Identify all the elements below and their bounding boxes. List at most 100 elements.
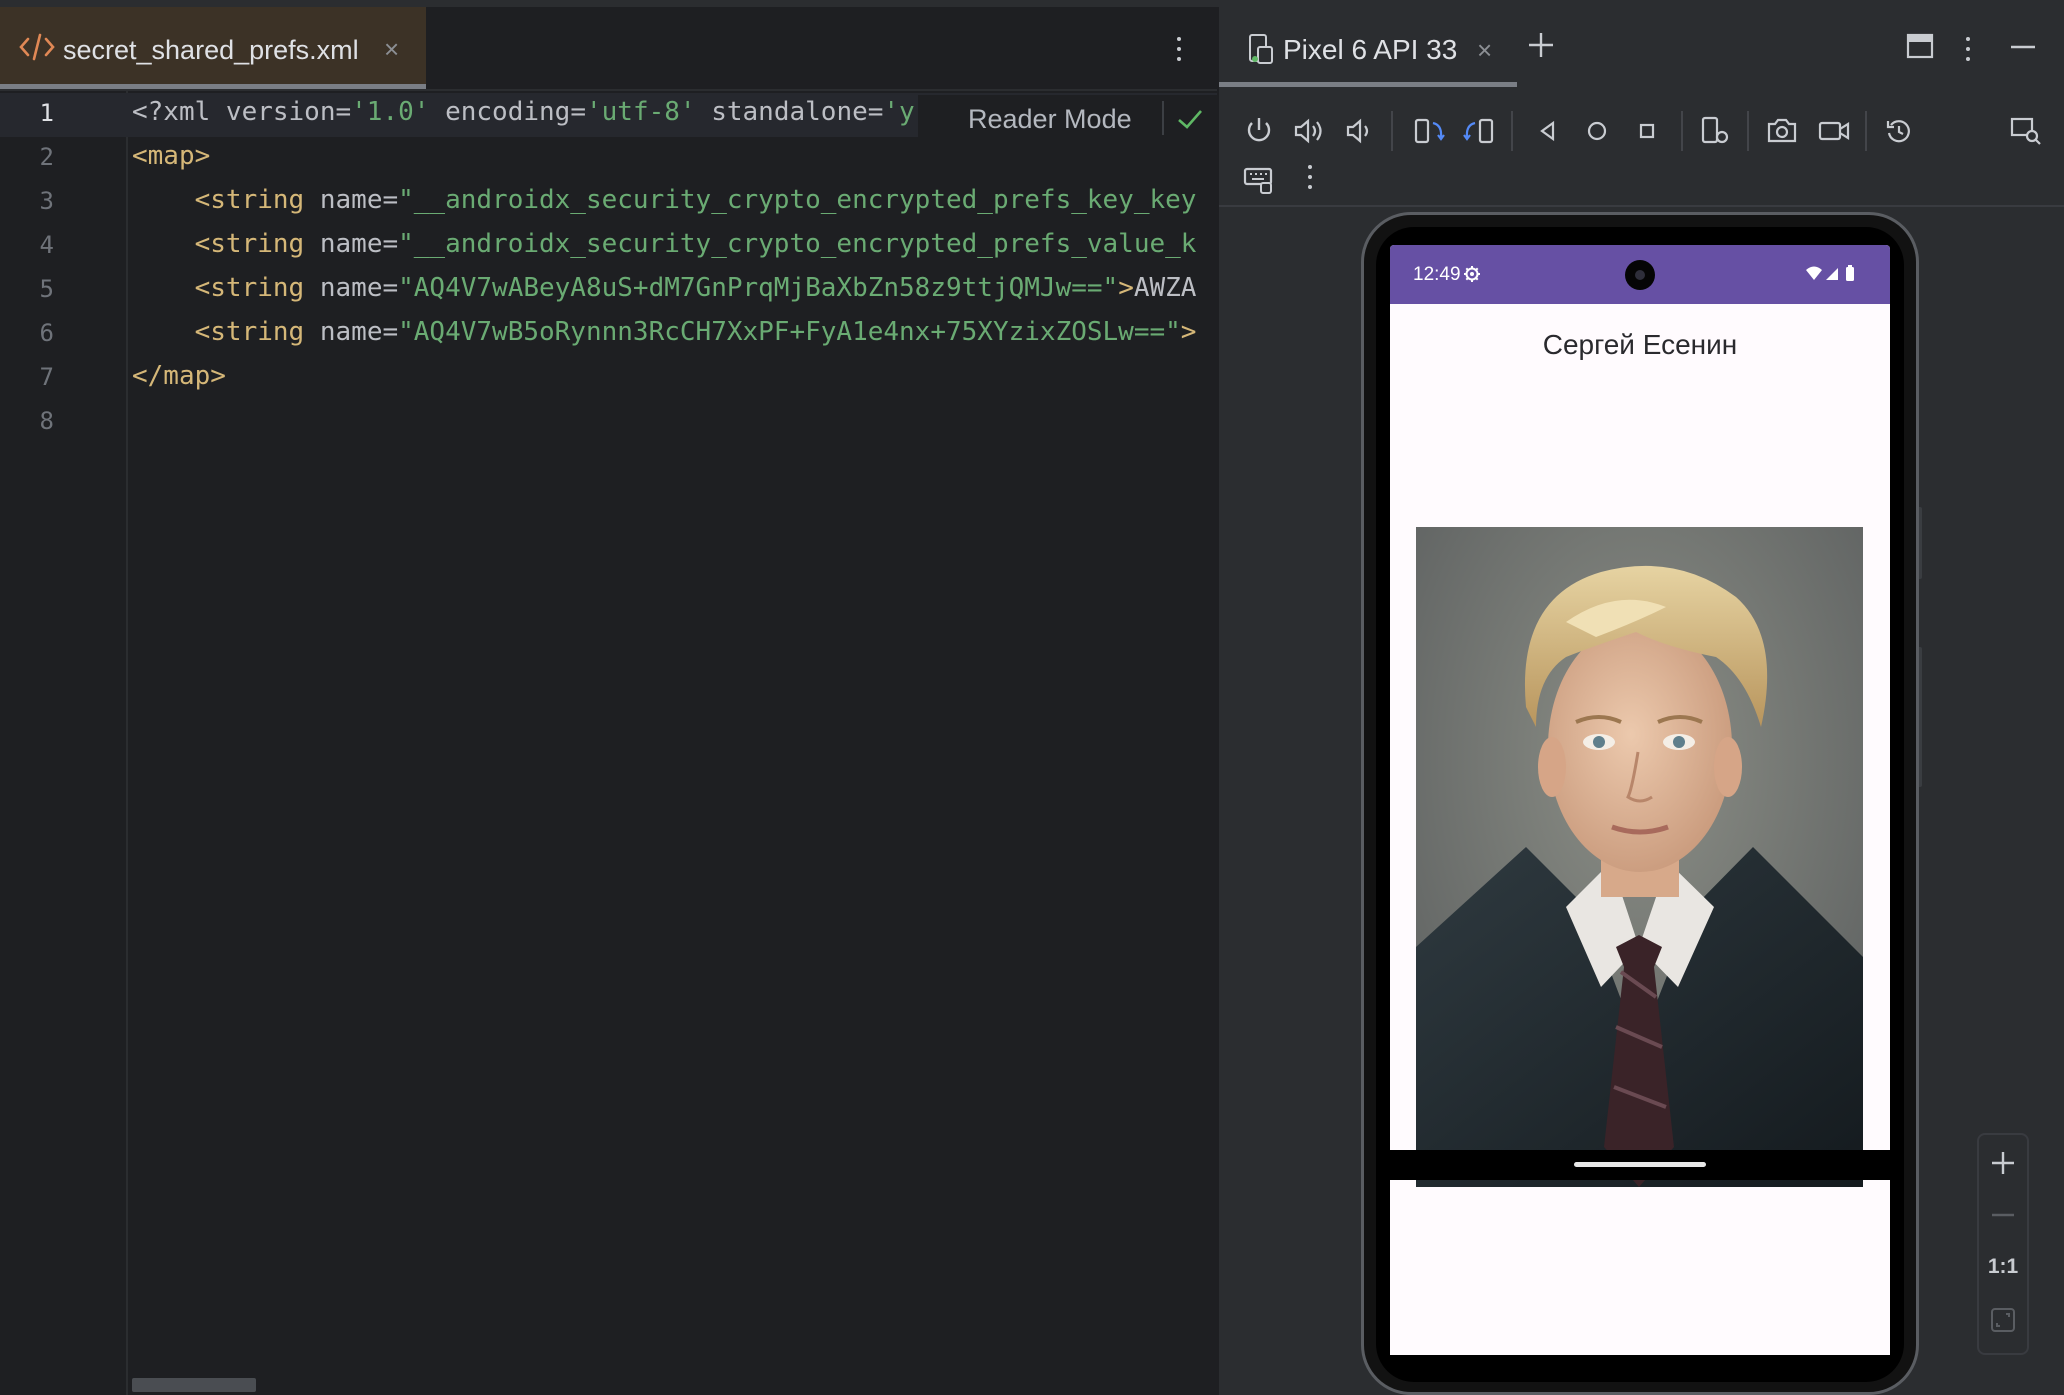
zoom-out-icon[interactable] [1989, 1201, 2017, 1229]
author-name: Сергей Есенин [1542, 329, 1738, 360]
separator [1391, 111, 1393, 151]
string-literal: "AQ4V7wABeyA8uS+dM7GnPrqMjBaXbZn58z9ttjQ… [398, 273, 1119, 303]
author-portrait-image [1416, 527, 1863, 1187]
string-literal: 'utf-8' [585, 97, 696, 127]
code-editor: secret_shared_prefs.xml × 1 2 3 4 5 6 7 … [0, 7, 1217, 1395]
window-layout-icon[interactable] [1905, 31, 1935, 61]
device-title: Pixel 6 API 33 [1283, 34, 1458, 65]
settings-gear-icon [1464, 266, 1480, 282]
reader-mode-button[interactable]: Reader Mode [968, 104, 1132, 135]
xml-attribute: name= [304, 229, 399, 259]
toolbar-divider [1219, 205, 2064, 207]
overview-icon[interactable] [1629, 113, 1665, 149]
wifi-signal-battery-icons [1806, 265, 1854, 281]
xml-attribute: name= [304, 273, 399, 303]
xml-tag: <string [194, 317, 305, 347]
xml-tag: > [1118, 273, 1134, 303]
code-line-4[interactable]: <string name="__androidx_security_crypto… [132, 229, 1197, 259]
power-icon[interactable] [1241, 113, 1277, 149]
android-status-bar: 12:49 [1390, 245, 1890, 304]
rotate-right-icon[interactable] [1461, 113, 1497, 149]
xml-tag: <string [194, 273, 305, 303]
line-number: 5 [39, 275, 54, 303]
code-line-6[interactable]: <string name="AQ4V7wB5oRynnn3RcCH7XxPF+F… [132, 317, 1197, 347]
tab-label: secret_shared_prefs.xml [63, 35, 359, 65]
editor-tab-bar: secret_shared_prefs.xml × [0, 7, 1217, 91]
separator [1162, 101, 1164, 135]
xml-text: AWZA [1133, 273, 1197, 303]
add-device-icon[interactable] [1525, 29, 1557, 61]
code-line-1[interactable]: <?xml version='1.0' encoding='utf-8' sta… [132, 97, 915, 127]
xml-tag: </map> [132, 361, 226, 391]
layout-inspector-icon[interactable] [2008, 113, 2044, 149]
minimize-icon[interactable] [2008, 37, 2038, 57]
xml-tag: <map> [132, 141, 211, 171]
code-line-2[interactable]: <map> [132, 141, 210, 171]
tab-secret-shared-prefs[interactable]: secret_shared_prefs.xml × [0, 7, 426, 89]
tab-pixel-6-api-33[interactable]: Pixel 6 API 33 × [1219, 7, 1517, 87]
string-literal: '1.0' [351, 97, 430, 127]
toolbar-more-icon[interactable] [1305, 165, 1315, 195]
line-number: 8 [39, 407, 54, 435]
zoom-controls: 1:1 [1977, 1133, 2029, 1355]
running-devices-panel: Pixel 6 API 33 × 12:49 Сергей Есенин 1:1 [1219, 7, 2064, 1395]
xml-declaration: <?xml version= [132, 97, 352, 127]
snapshot-restore-icon[interactable] [1881, 113, 1917, 149]
back-icon[interactable] [1529, 113, 1565, 149]
editor-more-options-icon[interactable] [1174, 37, 1184, 67]
string-literal: 'y [883, 97, 915, 127]
line-number: 2 [39, 143, 54, 171]
xml-tag: <string [194, 185, 305, 215]
zoom-actual-size-button[interactable]: 1:1 [1979, 1255, 2027, 1279]
code-line-3[interactable]: <string name="__androidx_security_crypto… [132, 185, 1197, 215]
device-settings-icon[interactable] [1697, 113, 1733, 149]
screenshot-camera-icon[interactable] [1764, 113, 1800, 149]
horizontal-scrollbar[interactable] [132, 1378, 256, 1392]
xml-tag: <string [194, 229, 305, 259]
string-literal: "__androidx_security_crypto_encrypted_pr… [398, 185, 1197, 215]
separator [1865, 111, 1867, 151]
string-literal: "AQ4V7wB5oRynnn3RcCH7XxPF+FyA1e4nx+75XYz… [398, 317, 1181, 347]
volume-up-icon[interactable] [1291, 113, 1327, 149]
inspection-ok-check-icon[interactable] [1176, 107, 1204, 131]
close-tab-icon[interactable]: × [1477, 35, 1492, 66]
volume-down-icon[interactable] [1341, 113, 1377, 149]
rotate-left-icon[interactable] [1411, 113, 1447, 149]
separator [1511, 111, 1513, 151]
xml-attribute: name= [304, 317, 399, 347]
home-icon[interactable] [1579, 113, 1615, 149]
xml-file-icon [19, 33, 55, 61]
android-nav-bar [1390, 1150, 1890, 1180]
line-number: 1 [39, 99, 54, 127]
line-number: 7 [39, 363, 54, 391]
xml-attribute: name= [304, 185, 399, 215]
code-line-7[interactable]: </map> [132, 361, 226, 391]
window-top-strip [0, 0, 2064, 7]
device-icon [1249, 34, 1273, 64]
separator [1747, 111, 1749, 151]
xml-tag: > [1180, 317, 1197, 347]
reader-mode-bar: Reader Mode [918, 95, 1217, 143]
code-line-5[interactable]: <string name="AQ4V7wABeyA8uS+dM7GnPrqMjB… [132, 273, 1197, 303]
string-literal: "__androidx_security_crypto_encrypted_pr… [398, 229, 1197, 259]
front-camera-icon [1625, 260, 1655, 290]
keyboard-icon[interactable] [1241, 161, 1277, 197]
home-indicator[interactable] [1574, 1162, 1706, 1167]
line-number: 6 [39, 319, 54, 347]
line-number: 4 [39, 231, 54, 259]
line-number: 3 [39, 187, 54, 215]
zoom-in-icon[interactable] [1989, 1149, 2017, 1177]
xml-declaration: standalone= [695, 97, 884, 127]
separator [1681, 111, 1683, 151]
status-time: 12:49 [1413, 264, 1461, 285]
zoom-to-fit-icon[interactable] [1990, 1307, 2016, 1333]
screen-record-icon[interactable] [1816, 113, 1852, 149]
close-tab-icon[interactable]: × [384, 34, 399, 65]
device-screen[interactable]: 12:49 Сергей Есенин [1390, 245, 1890, 1355]
panel-more-options-icon[interactable] [1963, 37, 1973, 67]
xml-declaration: encoding= [429, 97, 586, 127]
